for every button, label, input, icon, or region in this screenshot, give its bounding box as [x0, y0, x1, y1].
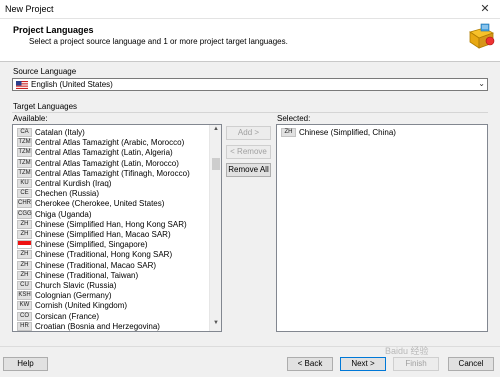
finish-button[interactable]: Finish	[393, 357, 439, 371]
language-code-badge: HR	[17, 321, 32, 331]
available-label: Available:	[13, 114, 48, 123]
language-code-badge: CE	[17, 189, 32, 199]
help-button[interactable]: Help	[3, 357, 48, 371]
scroll-thumb[interactable]	[212, 158, 220, 170]
next-button[interactable]: Next >	[340, 357, 386, 371]
source-language-value: English (United States)	[31, 80, 113, 89]
language-code-badge: KW	[17, 301, 32, 311]
chevron-down-icon[interactable]: ⌄	[478, 79, 485, 88]
scroll-up-icon[interactable]: ▲	[210, 126, 221, 136]
page-subtitle: Select a project source language and 1 o…	[29, 37, 288, 46]
close-icon[interactable]: ✕	[470, 0, 500, 19]
wizard-header: Project Languages Select a project sourc…	[0, 19, 500, 62]
language-code-badge: ZH	[281, 128, 296, 137]
language-code-badge: CGG	[17, 209, 32, 219]
language-code-badge: TZM	[17, 158, 32, 168]
list-item[interactable]: ZH Chinese (Simplified, China)	[278, 127, 473, 138]
target-languages-label: Target Languages	[13, 102, 78, 111]
scroll-down-icon[interactable]: ▼	[210, 320, 221, 330]
language-code-badge: KU	[17, 179, 32, 188]
source-language-select[interactable]: English (United States) ⌄	[12, 78, 488, 91]
language-code-badge: TZM	[17, 148, 32, 158]
language-code-badge: CA	[17, 128, 32, 137]
page-title: Project Languages	[13, 25, 94, 35]
list-item[interactable]: HR Croatian (Bosnia and Herzegovina)	[14, 321, 208, 331]
watermark: Baidu 经验	[385, 346, 429, 356]
selected-label: Selected:	[277, 114, 311, 123]
selected-languages-list[interactable]: ZH Chinese (Simplified, China)	[276, 124, 488, 332]
language-code-badge: TZM	[17, 168, 32, 178]
language-code-badge: TZM	[17, 138, 32, 148]
title-bar: New Project ✕	[0, 0, 500, 19]
group-divider	[12, 112, 488, 113]
language-code-badge: ZH	[17, 260, 32, 270]
language-name: Chinese (Simplified, China)	[299, 128, 396, 137]
language-code-badge: ZH	[17, 230, 32, 239]
remove-button[interactable]: < Remove	[226, 145, 271, 159]
language-code-badge: KSH	[17, 291, 32, 301]
language-code-badge: ZH	[17, 250, 32, 260]
language-code-badge: CU	[17, 281, 32, 290]
language-code-badge: ZH	[17, 219, 32, 229]
window-title: New Project	[5, 4, 54, 14]
us-flag-icon	[16, 81, 28, 89]
wizard-box-icon	[469, 23, 495, 49]
available-languages-list[interactable]: CA Catalan (Italy) TZM Central Atlas Tamazi…	[12, 124, 222, 332]
language-code-badge: ZH	[17, 270, 32, 280]
language-code-badge: CHR	[17, 199, 32, 209]
add-button[interactable]: Add >	[226, 126, 271, 140]
cancel-button[interactable]: Cancel	[448, 357, 494, 371]
available-list-scrollbar[interactable]: ▲ ▼	[209, 125, 221, 331]
source-language-label: Source Language	[13, 67, 77, 76]
language-name: Croatian (Bosnia and Herzegovina)	[35, 321, 160, 331]
remove-all-button[interactable]: Remove All	[226, 163, 271, 177]
language-code-badge: CO	[17, 311, 32, 321]
singapore-flag-icon	[17, 240, 32, 250]
back-button[interactable]: < Back	[287, 357, 333, 371]
